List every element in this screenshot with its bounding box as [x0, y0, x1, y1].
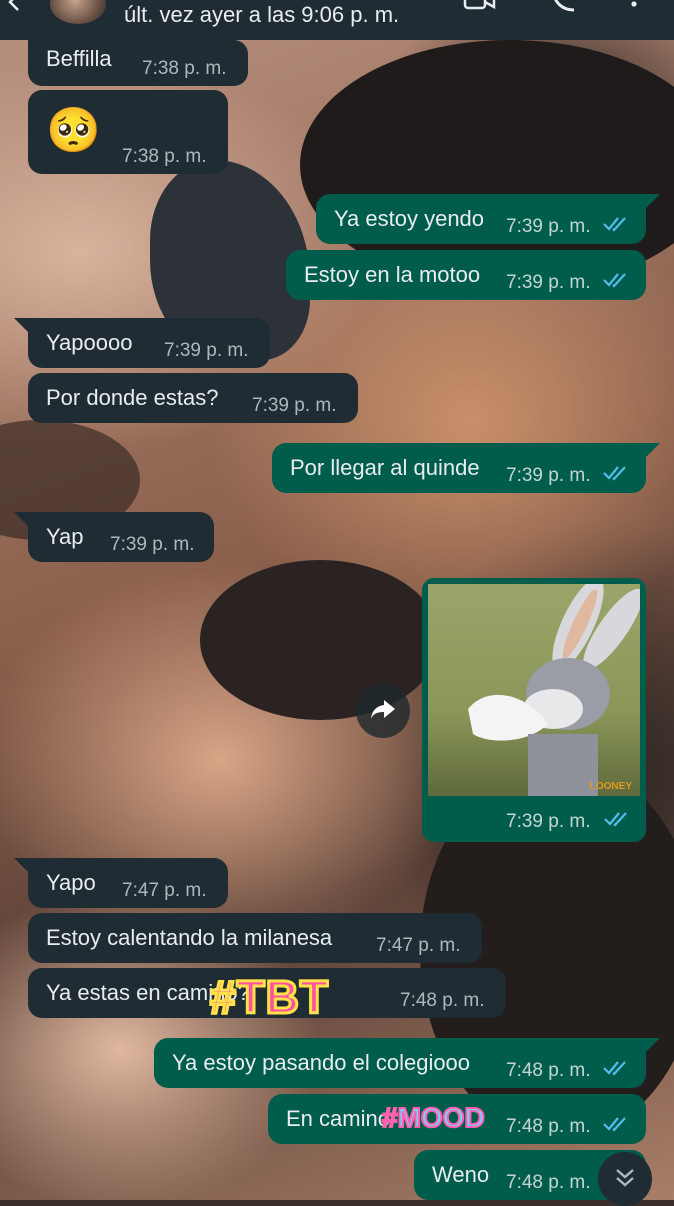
- mood-sticker: #MOOD: [381, 1101, 486, 1134]
- scroll-to-bottom-button[interactable]: [598, 1152, 652, 1206]
- message-time: 7:47 p. m.: [376, 935, 461, 956]
- message-outgoing[interactable]: Por llegar al quinde 7:39 p. m.: [272, 443, 646, 493]
- sticker-image[interactable]: LOONEY: [428, 584, 640, 796]
- message-time: 7:39 p. m.: [252, 395, 337, 416]
- message-time: 7:38 p. m.: [142, 58, 227, 79]
- message-incoming[interactable]: Beffilla 7:38 p. m.: [28, 40, 248, 86]
- message-text: Por llegar al quinde: [290, 455, 480, 480]
- video-call-icon[interactable]: [463, 0, 497, 12]
- message-text: Yapo: [46, 870, 96, 895]
- message-incoming[interactable]: Estoy calentando la milanesa 7:47 p. m.: [28, 913, 482, 963]
- bugs-bunny-illustration: [468, 584, 640, 796]
- message-incoming[interactable]: Yap 7:39 p. m.: [28, 512, 214, 562]
- message-text: Ya estoy yendo: [334, 206, 485, 231]
- bubble-tail: [14, 318, 28, 332]
- forward-button[interactable]: [356, 684, 410, 738]
- message-time: 7:39 p. m.: [164, 340, 249, 361]
- message-time: 7:48 p. m.: [506, 1116, 591, 1137]
- bubble-tail: [646, 443, 660, 457]
- message-time: 7:48 p. m.: [506, 1060, 591, 1081]
- read-receipt-icon: [603, 466, 626, 481]
- chat-header: últ. vez ayer a las 9:06 p. m.: [0, 0, 674, 40]
- bubble-tail: [646, 1038, 660, 1052]
- message-time: 7:39 p. m.: [506, 465, 591, 486]
- bubble-tail: [646, 194, 660, 208]
- message-text: Weno: [432, 1162, 490, 1187]
- looney-watermark: LOONEY: [589, 781, 632, 792]
- message-text: Estoy calentando la milanesa: [46, 925, 333, 950]
- message-time: 7:48 p. m.: [400, 990, 485, 1011]
- message-time: 7:39 p. m.: [506, 272, 591, 293]
- bubble-tail: [14, 858, 28, 872]
- read-receipt-icon: [603, 1061, 626, 1076]
- read-receipt-icon: [603, 217, 626, 232]
- message-time: 7:39 p. m.: [506, 216, 591, 237]
- message-text: Yap: [46, 524, 84, 549]
- message-text: Yapoooo: [46, 330, 133, 355]
- forward-arrow-icon: [371, 700, 395, 719]
- more-options-icon[interactable]: [628, 0, 640, 12]
- read-receipt-icon: [604, 812, 627, 827]
- message-incoming[interactable]: Yapo 7:47 p. m.: [28, 858, 228, 908]
- message-incoming[interactable]: Por donde estas? 7:39 p. m.: [28, 373, 358, 423]
- message-text: En camino: [286, 1106, 390, 1131]
- read-receipt-icon: [603, 1117, 626, 1132]
- message-time: 7:39 p. m.: [506, 811, 591, 832]
- back-arrow-icon[interactable]: [4, 0, 24, 12]
- message-incoming[interactable]: 🥺 7:38 p. m.: [28, 90, 228, 174]
- message-incoming[interactable]: Yapoooo 7:39 p. m.: [28, 318, 270, 368]
- message-text: Estoy en la motoo: [304, 262, 481, 287]
- message-time: 7:47 p. m.: [122, 880, 207, 901]
- message-time: 7:39 p. m.: [110, 534, 195, 555]
- message-time: 7:48 p. m.: [506, 1172, 591, 1193]
- contact-avatar[interactable]: [50, 0, 106, 24]
- message-outgoing[interactable]: Estoy en la motoo 7:39 p. m.: [286, 250, 646, 300]
- last-seen-status[interactable]: últ. vez ayer a las 9:06 p. m.: [124, 2, 399, 28]
- tbt-sticker: #TBT: [209, 970, 330, 1025]
- bubble-tail: [14, 512, 28, 526]
- phone-call-icon[interactable]: [550, 0, 578, 12]
- message-outgoing[interactable]: Ya estoy pasando el colegiooo 7:48 p. m.: [154, 1038, 646, 1088]
- double-chevron-down-icon: [616, 1169, 634, 1187]
- message-text: Ya estoy pasando el colegiooo: [172, 1050, 471, 1075]
- message-outgoing[interactable]: Ya estoy yendo 7:39 p. m.: [316, 194, 646, 244]
- message-time: 7:38 p. m.: [122, 146, 207, 167]
- message-text: Por donde estas?: [46, 385, 219, 410]
- message-emoji: 🥺: [46, 106, 101, 155]
- read-receipt-icon: [603, 273, 626, 288]
- message-text: Beffilla: [46, 46, 112, 71]
